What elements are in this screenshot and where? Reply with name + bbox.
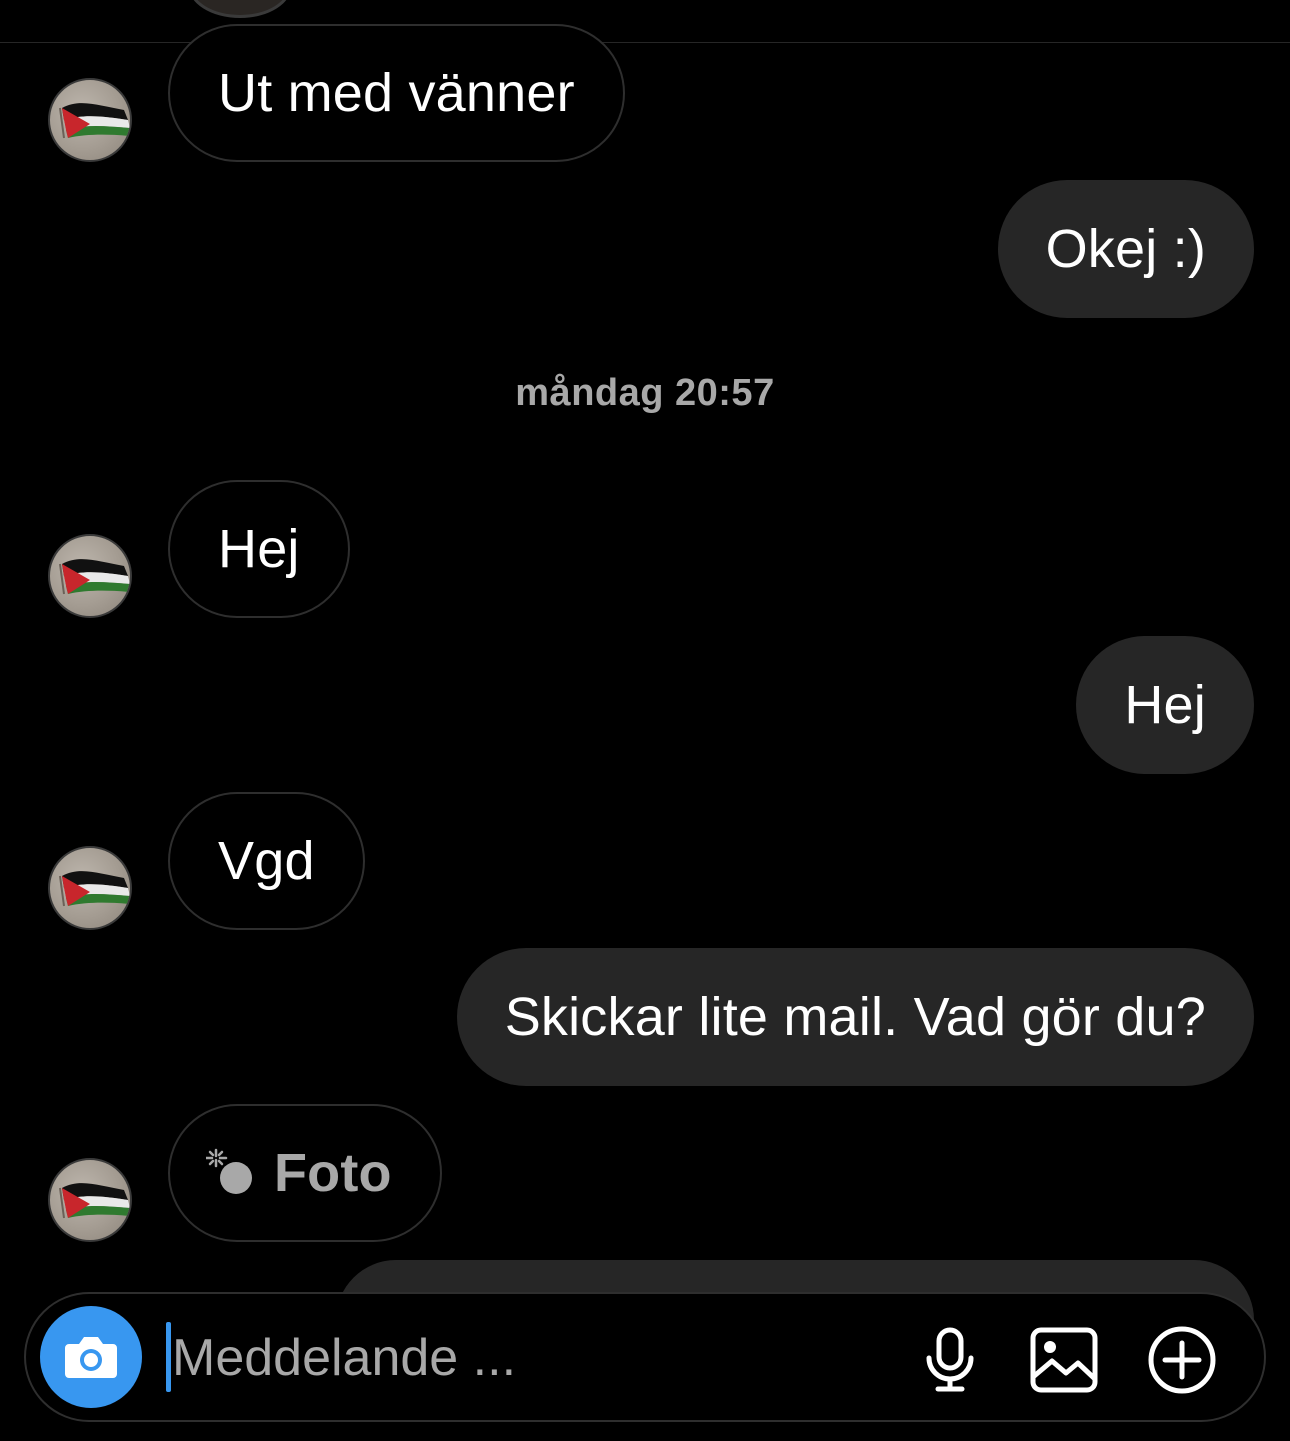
sender-avatar[interactable] [48, 78, 132, 162]
message-text: Vgd [218, 831, 315, 891]
incoming-message-bubble[interactable]: Hej [168, 480, 350, 618]
gallery-button[interactable] [1028, 1324, 1100, 1396]
camera-icon [65, 1337, 117, 1378]
gallery-icon [1030, 1327, 1098, 1393]
incoming-message-bubble[interactable]: Vgd [168, 792, 365, 930]
outgoing-message-bubble[interactable]: Okej :) [997, 180, 1254, 318]
outgoing-message-bubble[interactable]: Hej [1076, 636, 1254, 774]
text-caret [166, 1322, 171, 1392]
photo-label: Foto [274, 1143, 392, 1203]
message-text: Okej :) [1045, 219, 1206, 279]
microphone-button[interactable] [914, 1324, 986, 1396]
add-icon [1148, 1326, 1216, 1394]
message-text: Hej [1124, 675, 1206, 735]
message-text: Skickar lite mail. Vad gör du? [504, 987, 1206, 1047]
message-input[interactable] [172, 1310, 872, 1406]
flag-avatar-image [59, 103, 130, 139]
view-once-photo-icon [204, 1148, 256, 1198]
flag-avatar-image [59, 559, 130, 595]
outgoing-message-bubble[interactable]: Skickar lite mail. Vad gör du? [456, 948, 1254, 1086]
photo-message-bubble[interactable]: Foto [168, 1104, 442, 1242]
sender-avatar[interactable] [48, 846, 132, 930]
thread-timestamp: måndag 20:57 [515, 372, 775, 414]
sender-avatar[interactable] [48, 534, 132, 618]
flag-avatar-image [59, 1183, 130, 1219]
add-button[interactable] [1146, 1324, 1218, 1396]
sender-avatar[interactable] [48, 1158, 132, 1242]
microphone-icon [926, 1327, 974, 1392]
header-avatar[interactable] [188, 0, 292, 18]
message-text: Ut med vänner [218, 63, 575, 123]
header [0, 0, 1290, 42]
incoming-message-bubble[interactable]: Ut med vänner [168, 24, 625, 162]
message-composer [24, 1292, 1266, 1422]
message-text: Hej [218, 519, 300, 579]
flag-avatar-image [59, 871, 130, 907]
camera-button[interactable] [40, 1306, 142, 1408]
